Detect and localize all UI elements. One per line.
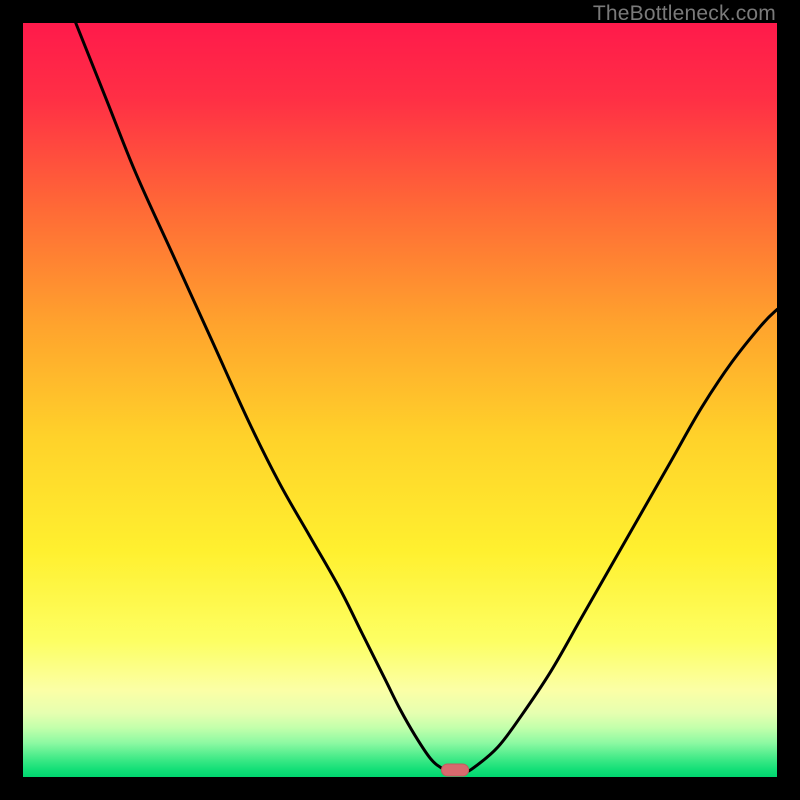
- attribution-text: TheBottleneck.com: [593, 2, 776, 26]
- chart-stage: TheBottleneck.com: [0, 0, 800, 800]
- plot-area: [23, 23, 777, 777]
- optimal-marker: [441, 764, 468, 776]
- bottleneck-curve: [76, 23, 777, 773]
- curve-layer: [23, 23, 777, 777]
